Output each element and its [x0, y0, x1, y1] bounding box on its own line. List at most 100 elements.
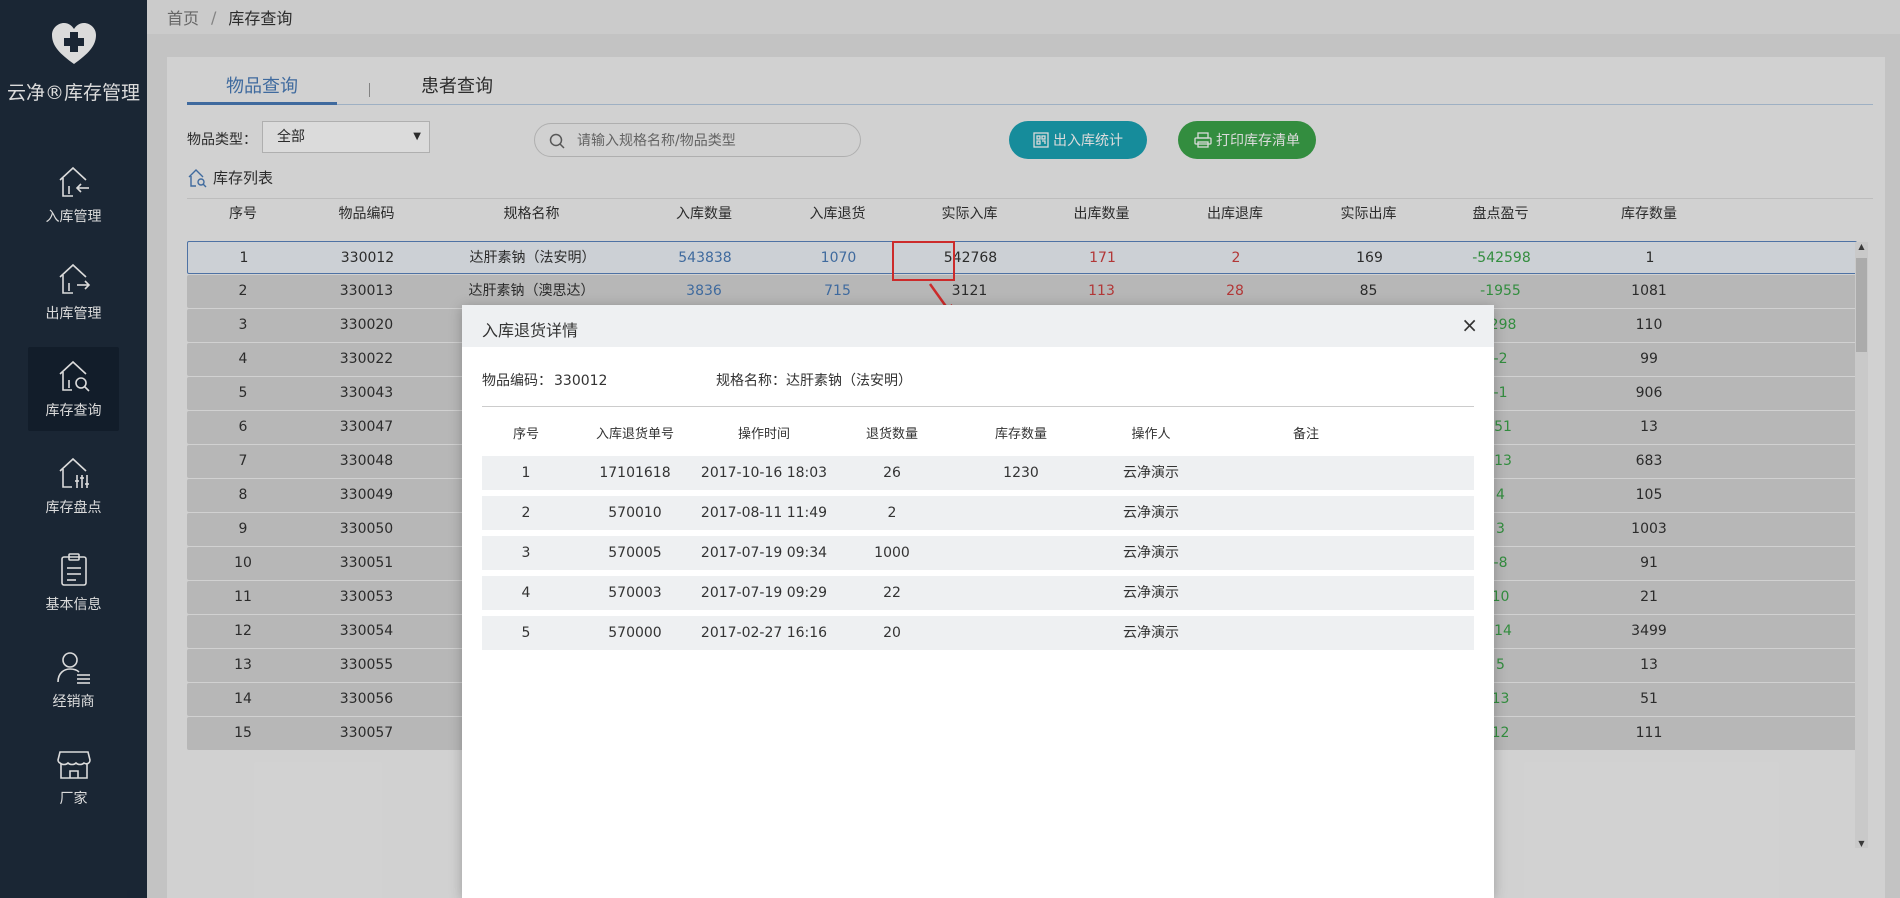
sidebar-item-label: 库存盘点	[45, 500, 102, 516]
modal-cell-time: 2017-07-19 09:34	[700, 545, 828, 561]
cell-no: 12	[234, 623, 252, 639]
cell-stock: 51	[1640, 691, 1658, 707]
cell-actual-out: 85	[1359, 283, 1378, 299]
breadcrumb-current: 库存查询	[228, 9, 293, 28]
cell-stock: 906	[1635, 385, 1663, 401]
inbound-icon	[58, 166, 89, 197]
cell-code: 330048	[339, 453, 394, 469]
modal-cell-note	[1216, 456, 1396, 490]
col-header-in-return: 入库退货	[809, 206, 866, 222]
inventory-search-icon	[58, 360, 90, 392]
store-icon	[56, 751, 91, 779]
modal-cell-operator: 云净演示	[1123, 585, 1179, 601]
search-box[interactable]	[534, 123, 861, 157]
modal-cell-time: 2017-10-16 18:03	[700, 465, 828, 481]
modal-divider	[482, 406, 1474, 407]
inout-stats-button[interactable]: 出入库统计	[1009, 121, 1147, 159]
sidebar-item-stocktake[interactable]: 库存盘点	[28, 444, 119, 528]
cell-out-qty: 171	[1089, 250, 1116, 266]
cell-code: 330049	[339, 487, 394, 503]
search-input[interactable]	[577, 131, 847, 151]
cell-no: 14	[234, 691, 252, 707]
item-type-select[interactable]: 全部 ▼	[262, 121, 430, 153]
inventory-list-title: 库存列表	[187, 167, 273, 188]
cell-code: 330047	[339, 419, 394, 435]
sidebar-item-dealer[interactable]: 经销商	[28, 638, 119, 722]
modal-spec-name: 规格名称：达肝素钠（法安明）	[716, 370, 912, 390]
cell-stock: 13	[1640, 419, 1658, 435]
scroll-up-icon[interactable]: ▲	[1855, 242, 1868, 251]
modal-cell-time: 2017-07-19 09:29	[700, 585, 828, 601]
inout-stats-label: 出入库统计	[1053, 133, 1123, 149]
cell-code: 330013	[339, 283, 394, 299]
table-row[interactable]: 2 330013 达肝素钠（澳思达） 3836 715 3121 113 28 85 -1955 1…	[187, 275, 1857, 308]
filter-row: 物品类型： 全部 ▼ 出入库统计 打印库存清单	[187, 121, 1873, 159]
house-search-icon	[188, 168, 207, 187]
sidebar-item-label: 厂家	[59, 791, 88, 807]
cell-no: 8	[238, 487, 248, 503]
sidebar-item-manufacturer[interactable]: 厂家	[28, 735, 119, 819]
modal-item-code: 物品编码： 330012	[482, 370, 607, 390]
modal-cell-note	[1216, 536, 1396, 570]
modal-cell-stock: 1230	[1003, 465, 1039, 481]
sidebar-item-label: 出库管理	[45, 306, 102, 322]
cell-stock: 1003	[1631, 521, 1667, 537]
cell-stock: 21	[1640, 589, 1658, 605]
scroll-thumb[interactable]	[1856, 258, 1867, 352]
modal-cell-note	[1216, 616, 1396, 650]
clipboard-icon	[60, 553, 87, 586]
printer-icon	[1194, 132, 1212, 148]
table-row[interactable]: 1 330012 达肝素钠（法安明） 543838 1070 542768 171 2 169-…	[187, 241, 1857, 274]
cell-no: 10	[234, 555, 252, 571]
col-header-out-return: 出库退库	[1207, 206, 1263, 222]
app-logo: 云净®库存管理	[0, 0, 147, 140]
outbound-icon	[58, 263, 90, 294]
sidebar-item-label: 经销商	[52, 694, 95, 710]
inventory-table-header: 序号 物品编码 规格名称 入库数量 入库退货 实际入库 出库数量 出库退库 实际…	[187, 198, 1873, 230]
modal-table-row: 3 570005 2017-07-19 09:34 1000 云净演示	[482, 536, 1474, 570]
close-icon[interactable]: ×	[1461, 313, 1478, 337]
sidebar-item-label: 入库管理	[45, 209, 102, 225]
qr-stats-icon	[1033, 132, 1049, 148]
cell-code: 330050	[339, 521, 394, 537]
sidebar-item-inventory-search[interactable]: 库存查询	[28, 347, 119, 431]
cell-in-return[interactable]: 715	[779, 275, 896, 309]
print-inventory-button[interactable]: 打印库存清单	[1178, 121, 1316, 159]
breadcrumb-home[interactable]: 首页	[167, 5, 199, 29]
modal-cell-qty: 20	[883, 625, 901, 641]
sidebar-item-basic-info[interactable]: 基本信息	[28, 541, 119, 625]
scroll-down-icon[interactable]: ▼	[1855, 839, 1868, 848]
tab-item-search[interactable]: 物品查询	[187, 75, 337, 105]
cell-stock: 99	[1640, 351, 1658, 367]
cell-no: 1	[239, 250, 249, 266]
modal-table-row: 4 570003 2017-07-19 09:29 22 云净演示	[482, 576, 1474, 610]
modal-table-row: 2 570010 2017-08-11 11:49 2 云净演示	[482, 496, 1474, 530]
cell-out-qty: 113	[1088, 283, 1115, 299]
modal-cell-time: 2017-08-11 11:49	[700, 505, 828, 521]
modal-cell-qty: 2	[887, 505, 897, 521]
cell-stock: 1081	[1631, 283, 1667, 299]
sidebar-item-outbound[interactable]: 出库管理	[28, 250, 119, 334]
cell-no: 2	[238, 283, 248, 299]
cell-diff: -542598	[1472, 250, 1531, 266]
cell-stock: 111	[1635, 725, 1663, 741]
modal-table-row: 1 17101618 2017-10-16 18:03 26 1230 云净演示	[482, 456, 1474, 490]
modal-cell-no: 5	[521, 625, 531, 641]
app-logo-text: 云净®库存管理	[6, 82, 140, 104]
cell-in-return[interactable]: 1070	[780, 242, 897, 276]
sidebar: 云净®库存管理 入库管理 出库管理 库存查询 库存盘点 基本信息 经销商 厂家	[0, 0, 147, 898]
modal-cell-order: 570003	[608, 585, 662, 601]
cell-code: 330057	[339, 725, 394, 741]
breadcrumb: 首页 / 库存查询	[147, 0, 1900, 34]
cell-stock: 110	[1635, 317, 1663, 333]
m-col-operator: 操作人	[1131, 427, 1171, 442]
cell-in-qty: 543838	[678, 250, 732, 266]
cell-code: 330056	[339, 691, 394, 707]
tab-patient-search[interactable]: 患者查询	[402, 75, 512, 105]
col-header-actual-in: 实际入库	[941, 206, 998, 222]
table-scrollbar[interactable]: ▲ ▼	[1855, 242, 1868, 848]
modal-table-row: 5 570000 2017-02-27 16:16 20 云净演示	[482, 616, 1474, 650]
col-header-actual-out: 实际出库	[1340, 206, 1397, 222]
sidebar-item-inbound[interactable]: 入库管理	[28, 153, 119, 237]
cell-no: 15	[234, 725, 252, 741]
